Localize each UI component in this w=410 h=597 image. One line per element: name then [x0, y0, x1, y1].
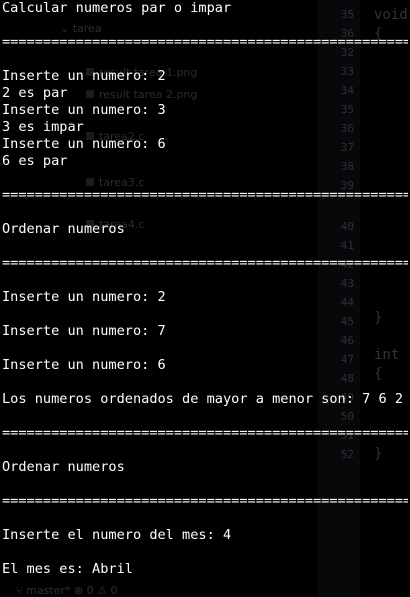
separator-line: ========================================… — [2, 493, 408, 509]
terminal-line: El mes es: Abril — [2, 561, 133, 577]
status-bar: ⑂ master* ⊗ 0 ⚠ 0 — [0, 584, 216, 597]
terminal-line: Inserte un numero: 2 — [2, 289, 166, 305]
terminal-window[interactable]: ⌄ tarea 35 36 32 33 34 35 36 37 38 39 40… — [0, 0, 410, 597]
terminal-line: Inserte un numero: 7 — [2, 323, 166, 339]
separator-line: ========================================… — [2, 255, 408, 271]
terminal-line: Calcular numeros par o impar — [2, 0, 232, 16]
problems-count: ⊗ 0 ⚠ 0 — [73, 584, 118, 597]
terminal-line: 3 es impar — [2, 119, 84, 135]
branch-icon: ⑂ — [16, 584, 23, 597]
separator-line: ========================================… — [2, 425, 408, 441]
terminal-line: Ordenar numeros — [2, 459, 125, 475]
terminal-line: Los numeros ordenados de mayor a menor s… — [2, 391, 404, 407]
branch-label: master* — [26, 584, 71, 597]
terminal-line: 6 es par — [2, 153, 68, 169]
separator-line: ========================================… — [2, 187, 408, 203]
terminal-line: Inserte el numero del mes: 4 — [2, 527, 232, 543]
terminal-line: Inserte un numero: 2 — [2, 68, 166, 84]
terminal-output[interactable]: Calcular numeros par o impar ===========… — [2, 0, 408, 578]
terminal-line: Inserte un numero: 3 — [2, 102, 166, 118]
terminal-line: Inserte un numero: 6 — [2, 357, 166, 373]
terminal-line: Ordenar numeros — [2, 221, 125, 237]
terminal-line: 2 es par — [2, 85, 68, 101]
terminal-line: Inserte un numero: 6 — [2, 136, 166, 152]
separator-line: ========================================… — [2, 34, 408, 50]
